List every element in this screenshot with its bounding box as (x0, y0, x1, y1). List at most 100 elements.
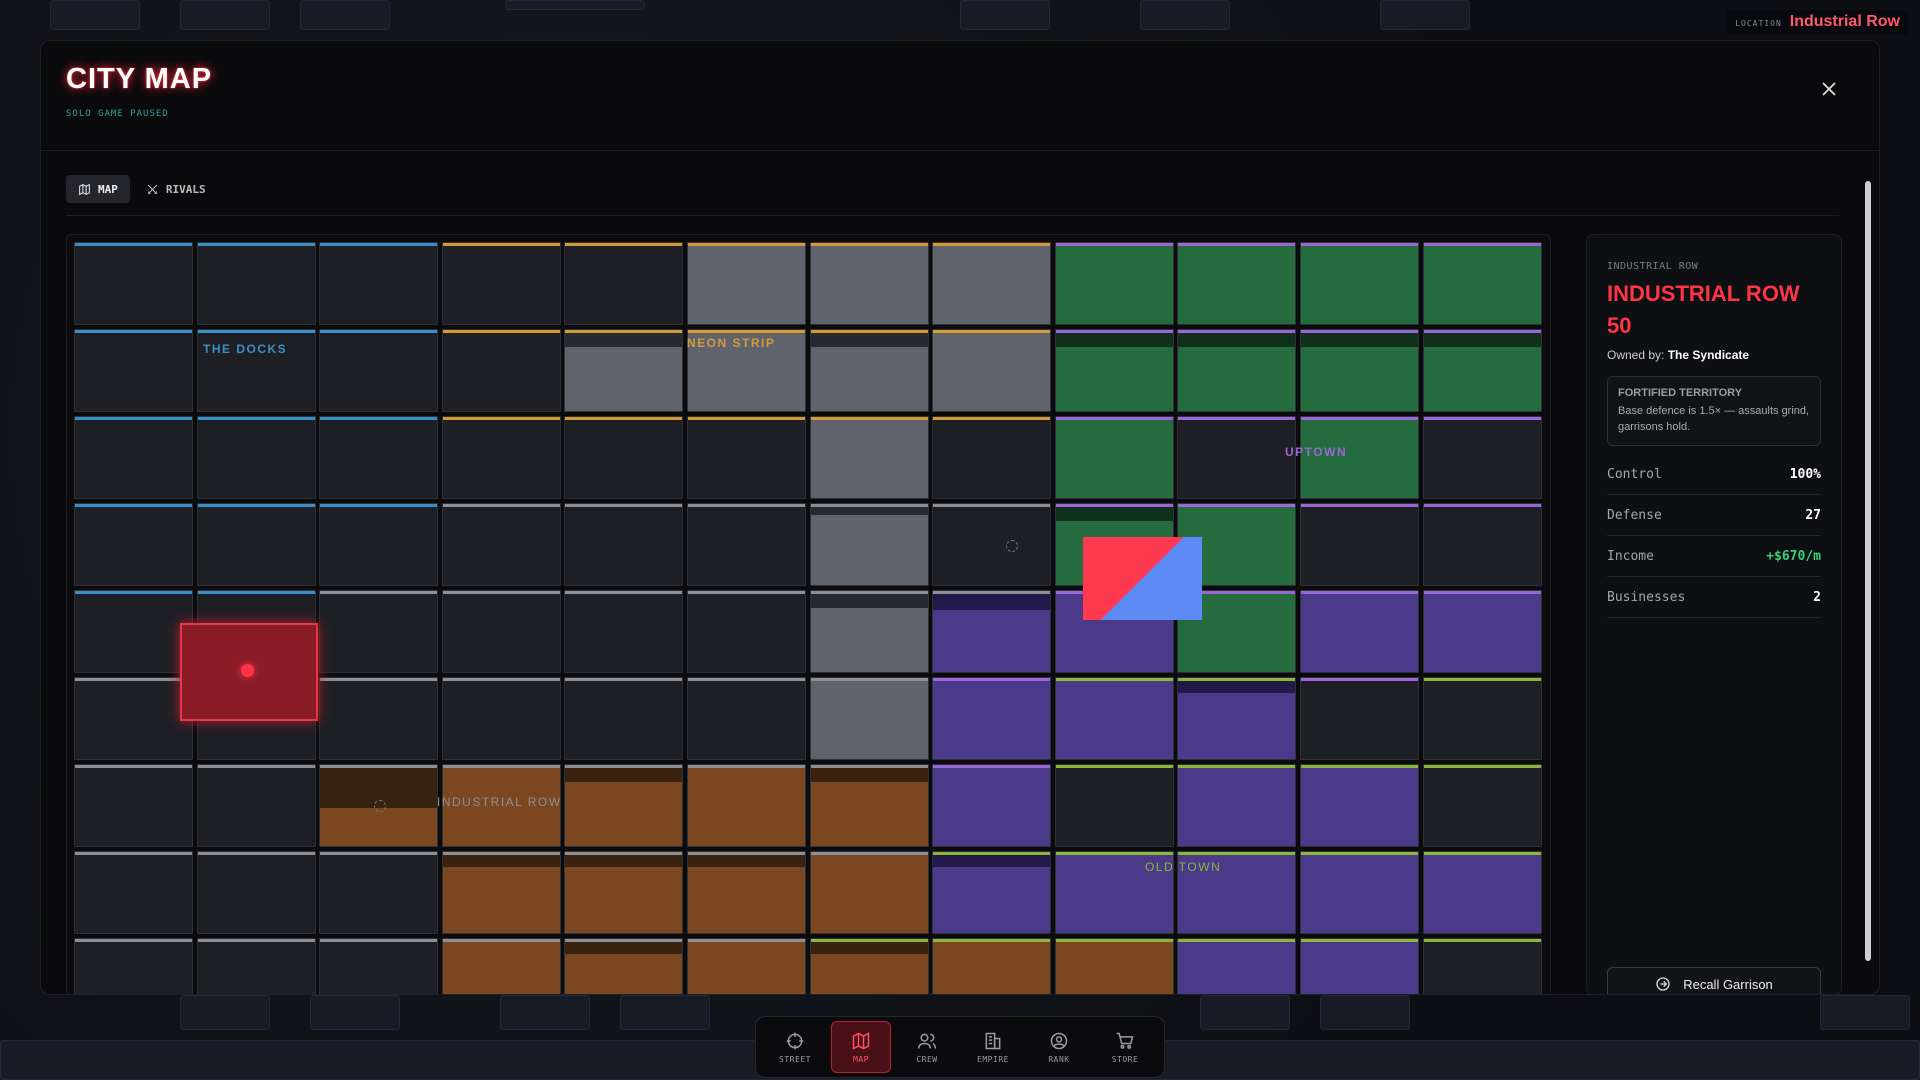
nav-map[interactable]: MAP (831, 1021, 891, 1073)
nav-street[interactable]: STREET (765, 1021, 825, 1073)
territory-cell[interactable] (687, 938, 806, 994)
territory-cell[interactable] (74, 503, 193, 586)
territory-cell[interactable] (809, 677, 929, 760)
territory-cell[interactable] (196, 242, 316, 325)
territory-cell[interactable] (1422, 851, 1542, 934)
modal-scrollbar[interactable] (1862, 151, 1874, 994)
territory-cell[interactable] (932, 938, 1052, 994)
recall-garrison-button[interactable]: Recall Garrison (1607, 967, 1821, 994)
territory-cell[interactable] (1422, 242, 1542, 325)
territory-cell[interactable] (1300, 503, 1419, 586)
territory-cell[interactable] (319, 329, 439, 412)
territory-cell[interactable] (809, 590, 929, 673)
territory-cell[interactable] (564, 590, 684, 673)
territory-cell[interactable] (74, 329, 193, 412)
territory-cell[interactable] (441, 242, 561, 325)
territory-cell[interactable] (809, 938, 929, 994)
territory-cell[interactable] (564, 764, 684, 847)
territory-cell[interactable] (1300, 938, 1419, 994)
territory-cell[interactable] (196, 938, 316, 994)
territory-cell[interactable] (1422, 503, 1542, 586)
territory-cell[interactable] (809, 329, 929, 412)
territory-cell[interactable] (809, 503, 929, 586)
nav-rank[interactable]: RANK (1029, 1021, 1089, 1073)
contested-territory[interactable] (1083, 537, 1202, 620)
territory-cell[interactable] (441, 851, 561, 934)
territory-cell[interactable] (932, 503, 1052, 586)
territory-cell[interactable] (319, 938, 439, 994)
territory-cell[interactable] (1422, 590, 1542, 673)
territory-cell[interactable] (932, 851, 1052, 934)
territory-cell[interactable] (1054, 938, 1174, 994)
tab-map[interactable]: MAP (66, 175, 130, 203)
territory-cell[interactable] (1177, 851, 1297, 934)
territory-cell[interactable] (932, 329, 1052, 412)
selected-territory[interactable] (180, 623, 318, 721)
territory-cell[interactable] (196, 764, 316, 847)
territory-cell[interactable] (1054, 764, 1174, 847)
territory-cell[interactable] (74, 851, 193, 934)
territory-cell[interactable] (1177, 677, 1297, 760)
territory-cell[interactable] (809, 851, 929, 934)
territory-cell[interactable] (1300, 242, 1419, 325)
territory-cell[interactable] (1300, 416, 1419, 499)
nav-empire[interactable]: EMPIRE (963, 1021, 1023, 1073)
territory-cell[interactable] (1177, 416, 1297, 499)
territory-cell[interactable] (1422, 938, 1542, 994)
territory-cell[interactable] (564, 851, 684, 934)
territory-cell[interactable] (687, 851, 806, 934)
territory-cell[interactable] (687, 590, 806, 673)
territory-cell[interactable] (319, 590, 439, 673)
territory-cell[interactable] (196, 329, 316, 412)
territory-cell[interactable] (74, 416, 193, 499)
territory-cell[interactable] (74, 242, 193, 325)
territory-cell[interactable] (1177, 764, 1297, 847)
territory-cell[interactable] (687, 764, 806, 847)
territory-cell[interactable] (564, 242, 684, 325)
territory-cell[interactable] (196, 416, 316, 499)
territory-cell[interactable] (1300, 677, 1419, 760)
territory-cell[interactable] (441, 329, 561, 412)
territory-cell[interactable] (1054, 242, 1174, 325)
territory-cell[interactable] (1422, 764, 1542, 847)
territory-cell[interactable] (1177, 938, 1297, 994)
territory-cell[interactable] (932, 764, 1052, 847)
nav-store[interactable]: STORE (1095, 1021, 1155, 1073)
territory-cell[interactable] (319, 416, 439, 499)
territory-cell[interactable] (1177, 329, 1297, 412)
territory-cell[interactable] (932, 242, 1052, 325)
territory-cell[interactable] (74, 764, 193, 847)
territory-cell[interactable] (687, 242, 806, 325)
territory-cell[interactable] (74, 938, 193, 994)
territory-cell[interactable] (319, 242, 439, 325)
scrollbar-thumb[interactable] (1865, 181, 1871, 961)
territory-cell[interactable] (441, 764, 561, 847)
territory-cell[interactable] (564, 416, 684, 499)
territory-cell[interactable] (809, 416, 929, 499)
territory-cell[interactable] (74, 590, 193, 673)
territory-cell[interactable] (74, 677, 193, 760)
tab-rivals[interactable]: RIVALS (134, 175, 218, 203)
territory-cell[interactable] (809, 242, 929, 325)
territory-cell[interactable] (441, 590, 561, 673)
territory-cell[interactable] (687, 329, 806, 412)
territory-cell[interactable] (1300, 590, 1419, 673)
territory-cell[interactable] (564, 677, 684, 760)
territory-cell[interactable] (1054, 329, 1174, 412)
territory-cell[interactable] (441, 677, 561, 760)
territory-cell[interactable] (932, 590, 1052, 673)
territory-cell[interactable] (319, 503, 439, 586)
territory-cell[interactable] (687, 677, 806, 760)
territory-cell[interactable] (196, 851, 316, 934)
territory-cell[interactable] (1300, 851, 1419, 934)
territory-cell[interactable] (1422, 416, 1542, 499)
territory-cell[interactable] (1054, 677, 1174, 760)
territory-cell[interactable] (564, 503, 684, 586)
territory-cell[interactable] (687, 503, 806, 586)
nav-crew[interactable]: CREW (897, 1021, 957, 1073)
territory-cell[interactable] (1422, 677, 1542, 760)
territory-cell[interactable] (564, 329, 684, 412)
territory-cell[interactable] (441, 416, 561, 499)
territory-cell[interactable] (319, 677, 439, 760)
close-icon[interactable] (1817, 79, 1841, 103)
